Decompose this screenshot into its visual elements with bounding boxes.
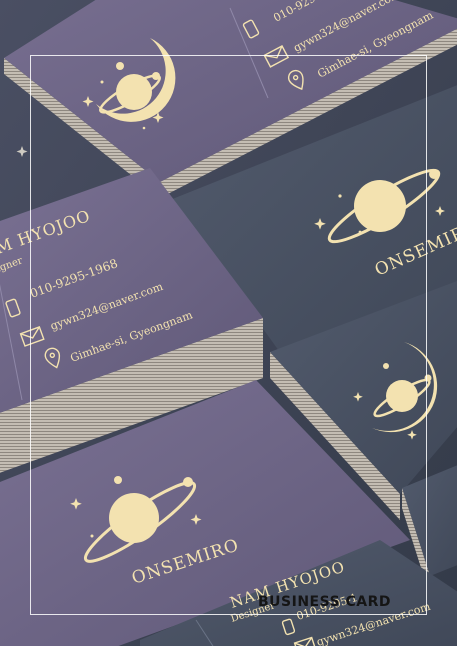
business-card-caption: BUSINESS CARD: [258, 594, 392, 610]
business-card-mockup-scene: 010-929 gywn324@naver.com Gimhae-si, Gye…: [0, 0, 457, 646]
